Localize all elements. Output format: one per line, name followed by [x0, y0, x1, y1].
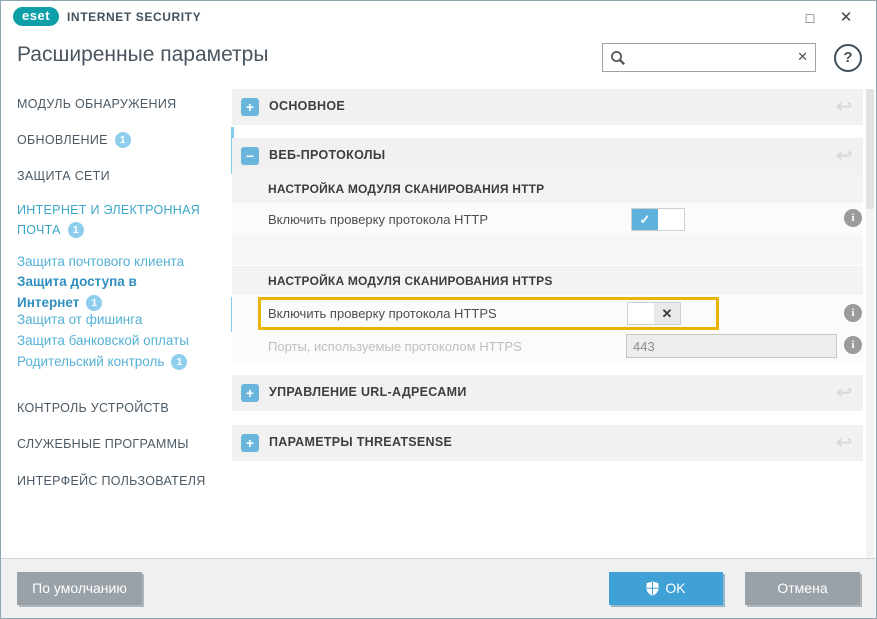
- sidebar-item-device-control[interactable]: КОНТРОЛЬ УСТРОЙСТВ: [17, 398, 215, 418]
- section-label: ОСНОВНОЕ: [269, 99, 345, 113]
- section-url-management[interactable]: + УПРАВЛЕНИЕ URL-АДРЕСАМИ ↩: [232, 375, 863, 411]
- expand-icon[interactable]: +: [241, 434, 259, 452]
- ok-label: OK: [665, 580, 685, 596]
- search-box[interactable]: ✕: [602, 43, 816, 72]
- help-icon[interactable]: ?: [834, 44, 862, 72]
- sidebar-item-label: МОДУЛЬ ОБНАРУЖЕНИЯ: [17, 97, 176, 111]
- product-name: INTERNET SECURITY: [67, 10, 201, 24]
- spacer: [232, 234, 863, 265]
- expand-icon[interactable]: +: [241, 384, 259, 402]
- https-ports-input[interactable]: [626, 334, 837, 358]
- sidebar-item-label: Защита банковской оплаты: [17, 333, 189, 348]
- http-check-row: Включить проверку протокола HTTP ✓ i: [232, 203, 863, 234]
- info-icon[interactable]: i: [844, 209, 862, 227]
- revert-icon[interactable]: ↩: [836, 433, 852, 453]
- highlight-frame: [258, 297, 719, 330]
- sidebar-item-anti-phishing[interactable]: Защита от фишинга: [17, 310, 215, 331]
- sidebar-item-label: ОБНОВЛЕНИЕ: [17, 133, 108, 147]
- https-scanner-group-header: НАСТРОЙКА МОДУЛЯ СКАНИРОВАНИЯ HTTPS: [232, 266, 863, 295]
- section-label: ПАРАМЕТРЫ THREATSENSE: [269, 435, 452, 449]
- eset-logo: eset: [13, 7, 59, 26]
- https-ports-row: Порты, используемые протоколом HTTPS i: [232, 330, 863, 362]
- sidebar-item-label: ИНТЕРФЕЙС ПОЛЬЗОВАТЕЛЯ: [17, 474, 206, 488]
- expand-icon[interactable]: +: [241, 98, 259, 116]
- sidebar-item-user-interface[interactable]: ИНТЕРФЕЙС ПОЛЬЗОВАТЕЛЯ: [17, 471, 215, 491]
- eset-advanced-setup-window: eset INTERNET SECURITY □ ✕ Расширенные п…: [0, 0, 877, 619]
- sidebar-item-label: КОНТРОЛЬ УСТРОЙСТВ: [17, 401, 169, 415]
- sidebar-item-update[interactable]: ОБНОВЛЕНИЕ 1: [17, 130, 215, 150]
- sidebar-item-web-and-email[interactable]: ИНТЕРНЕТ И ЭЛЕКТРОННАЯ ПОЧТА1: [17, 200, 213, 240]
- default-button[interactable]: По умолчанию: [17, 572, 142, 605]
- section-web-protocols[interactable]: − ВЕБ-ПРОТОКОЛЫ ↩: [232, 138, 863, 174]
- section-label: УПРАВЛЕНИЕ URL-АДРЕСАМИ: [269, 385, 467, 399]
- sidebar-item-label: Родительский контроль: [17, 354, 164, 369]
- badge: 1: [86, 295, 102, 311]
- footer-bar: По умолчанию OK Отмена: [1, 558, 876, 618]
- toggle-empty-half: [658, 209, 684, 230]
- info-icon[interactable]: i: [844, 336, 862, 354]
- setting-label: Порты, используемые протоколом HTTPS: [268, 339, 522, 354]
- scrollbar-thumb[interactable]: [866, 89, 874, 209]
- ok-button[interactable]: OK: [609, 572, 723, 605]
- section-basic[interactable]: + ОСНОВНОЕ ↩: [232, 89, 863, 125]
- sidebar-item-parental-control[interactable]: Родительский контроль 1: [17, 352, 215, 373]
- info-icon[interactable]: i: [844, 304, 862, 322]
- badge: 1: [171, 354, 187, 370]
- revert-icon[interactable]: ↩: [836, 146, 852, 166]
- cancel-button[interactable]: Отмена: [745, 572, 860, 605]
- close-button[interactable]: ✕: [834, 7, 858, 29]
- collapse-icon[interactable]: −: [241, 147, 259, 165]
- sidebar-item-label: Защита почтового клиента: [17, 254, 184, 269]
- revert-icon[interactable]: ↩: [836, 97, 852, 117]
- toggle-check-icon: ✓: [632, 209, 658, 230]
- sidebar-item-tools[interactable]: СЛУЖЕБНЫЕ ПРОГРАММЫ: [17, 434, 215, 454]
- http-check-toggle[interactable]: ✓: [631, 208, 685, 231]
- sidebar-item-label: ИНТЕРНЕТ И ЭЛЕКТРОННАЯ ПОЧТА: [17, 203, 200, 237]
- uac-shield-icon: [646, 581, 659, 596]
- sidebar-item-label: Защита доступа в Интернет: [17, 274, 137, 310]
- sidebar-item-network-protection[interactable]: ЗАЩИТА СЕТИ: [17, 166, 215, 186]
- scrollbar[interactable]: [866, 89, 874, 561]
- revert-icon[interactable]: ↩: [836, 383, 852, 403]
- section-label: ВЕБ-ПРОТОКОЛЫ: [269, 148, 385, 162]
- section-threatsense[interactable]: + ПАРАМЕТРЫ THREATSENSE ↩: [232, 425, 863, 461]
- sidebar-item-banking-protection[interactable]: Защита банковской оплаты: [17, 331, 215, 352]
- badge: 1: [68, 222, 84, 238]
- group-header-label: НАСТРОЙКА МОДУЛЯ СКАНИРОВАНИЯ HTTPS: [268, 274, 553, 288]
- maximize-button[interactable]: □: [798, 7, 822, 29]
- sidebar-item-web-access-protection[interactable]: Защита доступа в Интернет1: [17, 272, 169, 314]
- search-input[interactable]: [629, 45, 793, 72]
- group-header-label: НАСТРОЙКА МОДУЛЯ СКАНИРОВАНИЯ HTTP: [268, 182, 544, 196]
- sidebar-item-email-client-protection[interactable]: Защита почтового клиента: [17, 252, 215, 273]
- sidebar-item-detection-engine[interactable]: МОДУЛЬ ОБНАРУЖЕНИЯ: [17, 94, 215, 114]
- sidebar-item-label: ЗАЩИТА СЕТИ: [17, 169, 110, 183]
- search-icon: [610, 50, 626, 71]
- page-title: Расширенные параметры: [17, 43, 268, 67]
- sidebar-item-label: СЛУЖЕБНЫЕ ПРОГРАММЫ: [17, 437, 189, 451]
- http-scanner-group-header: НАСТРОЙКА МОДУЛЯ СКАНИРОВАНИЯ HTTP: [232, 174, 863, 203]
- setting-label: Включить проверку протокола HTTP: [268, 212, 488, 227]
- titlebar: eset INTERNET SECURITY □ ✕: [1, 1, 876, 33]
- badge: 1: [115, 132, 131, 148]
- search-clear-icon[interactable]: ✕: [797, 49, 808, 65]
- sidebar-item-label: Защита от фишинга: [17, 312, 142, 327]
